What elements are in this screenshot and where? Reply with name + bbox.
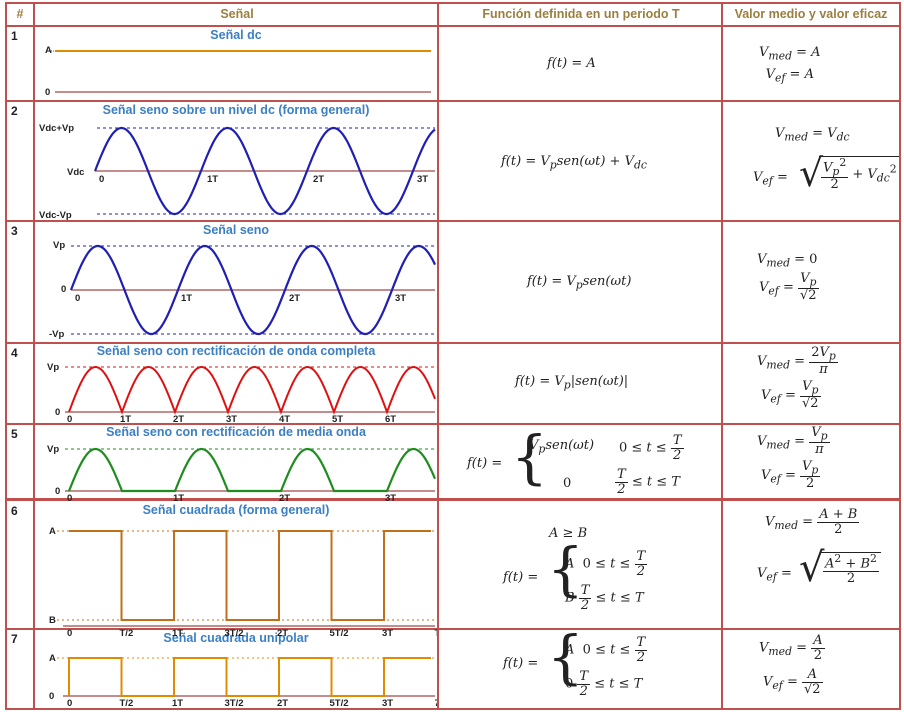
row-number: 1 <box>11 29 18 43</box>
label-vp: Vp <box>47 362 59 373</box>
signals-table: # Señal Función definida en un periodo T… <box>5 2 901 710</box>
header-function: Función definida en un periodo T <box>482 7 680 21</box>
unipolar-square-signal: A 0 0 T/2 1T 3T/2 2T 5T/2 3T 7T <box>49 653 437 708</box>
tick-label: 1T <box>172 628 183 639</box>
tick-label: 2T <box>277 698 288 708</box>
tick-label: 3T <box>385 493 396 504</box>
tick-label: 0 <box>67 414 72 425</box>
label-0: 0 <box>45 87 50 98</box>
function-sine: f(t) = Vpsen(ωt) <box>527 274 632 292</box>
label-0: 0 <box>55 486 60 497</box>
tick-label: T/2 <box>120 628 134 639</box>
tick-label: 5T/2 <box>330 698 349 708</box>
col-divider <box>721 4 723 708</box>
dc-signal: A 0 <box>45 45 431 98</box>
label-minus-vp: -Vp <box>49 329 65 340</box>
label-vp: Vp <box>47 444 59 455</box>
tick-label: 0 <box>67 698 72 708</box>
row-number: 3 <box>11 224 18 238</box>
sine-dc-signal: Vdc+Vp Vdc Vdc-Vp 0 1T 2T 3T <box>39 123 436 221</box>
row-number: 2 <box>11 104 18 118</box>
tick-label: 5T <box>332 414 343 425</box>
label-0: 0 <box>49 691 54 702</box>
tick-label: 2T <box>279 493 290 504</box>
tick-2T: 2T <box>289 293 300 304</box>
label-B: B <box>49 615 56 626</box>
tick-label: 3T <box>226 414 237 425</box>
label-vdc-minus-vp: Vdc-Vp <box>39 210 72 221</box>
tick-label: 1T <box>173 493 184 504</box>
tick-label: 5T/2 <box>330 628 349 639</box>
waveforms: A 0 Vdc+Vp Vdc Vdc-Vp 0 1T 2T 3T Vp 0 -V… <box>39 45 437 708</box>
tick-label: 1T <box>120 414 131 425</box>
label-A: A <box>49 653 56 664</box>
tick-label: 0 <box>67 628 72 639</box>
col-divider <box>437 4 439 708</box>
tick-label: T/2 <box>120 698 134 708</box>
tick-0: 0 <box>75 293 80 304</box>
tick-3T: 3T <box>395 293 406 304</box>
tick-label: 2T <box>173 414 184 425</box>
label-0: 0 <box>61 284 66 295</box>
label-vdc-vp: Vdc+Vp <box>39 123 74 134</box>
tick-label: 3T/2 <box>225 628 244 639</box>
tick-label: 3T/2 <box>225 698 244 708</box>
header-num: # <box>16 7 24 21</box>
header-values: Valor medio y valor eficaz <box>734 7 888 21</box>
function-sine-dc: f(t) = Vpsen(ωt) + Vdc <box>501 154 647 172</box>
halfwave-signal: Vp 0 0 1T 2T 3T <box>47 444 437 504</box>
label-vp: Vp <box>53 240 65 251</box>
tick-1T: 1T <box>181 293 192 304</box>
label-0: 0 <box>55 407 60 418</box>
row-number: 4 <box>11 346 18 360</box>
square-signal: A B 0 T/2 1T 3T/2 2T 5T/2 3T T <box>49 526 437 639</box>
tick-label: 4T <box>279 414 290 425</box>
label-A: A <box>45 45 52 56</box>
tick-label: 1T <box>172 698 183 708</box>
tick-label: 0 <box>67 493 72 504</box>
tick-2T: 2T <box>313 174 324 185</box>
sine-signal: Vp 0 -Vp 0 1T 2T 3T <box>49 240 436 340</box>
row-number: 6 <box>11 504 18 518</box>
function-fullwave: f(t) = Vp|sen(ωt)| <box>515 374 629 392</box>
values-dc: Vmed = A Vef = A <box>759 45 821 85</box>
tick-label: T <box>435 628 438 639</box>
tick-0: 0 <box>99 174 104 185</box>
tick-label: 2T <box>277 628 288 639</box>
tick-1T: 1T <box>207 174 218 185</box>
function-dc: f(t) = A <box>547 56 596 71</box>
row-number: 7 <box>11 632 18 646</box>
row-number: 5 <box>11 427 18 441</box>
tick-label: 3T <box>382 628 393 639</box>
tick-label: 6T <box>385 414 396 425</box>
tick-label: 3T <box>382 698 393 708</box>
label-vdc: Vdc <box>67 167 84 178</box>
fullwave-signal: Vp 0 0 1T 2T 3T 4T 5T 6T <box>47 362 436 425</box>
tick-label: 7T <box>435 698 438 708</box>
label-A: A <box>49 526 56 537</box>
tick-3T: 3T <box>417 174 428 185</box>
